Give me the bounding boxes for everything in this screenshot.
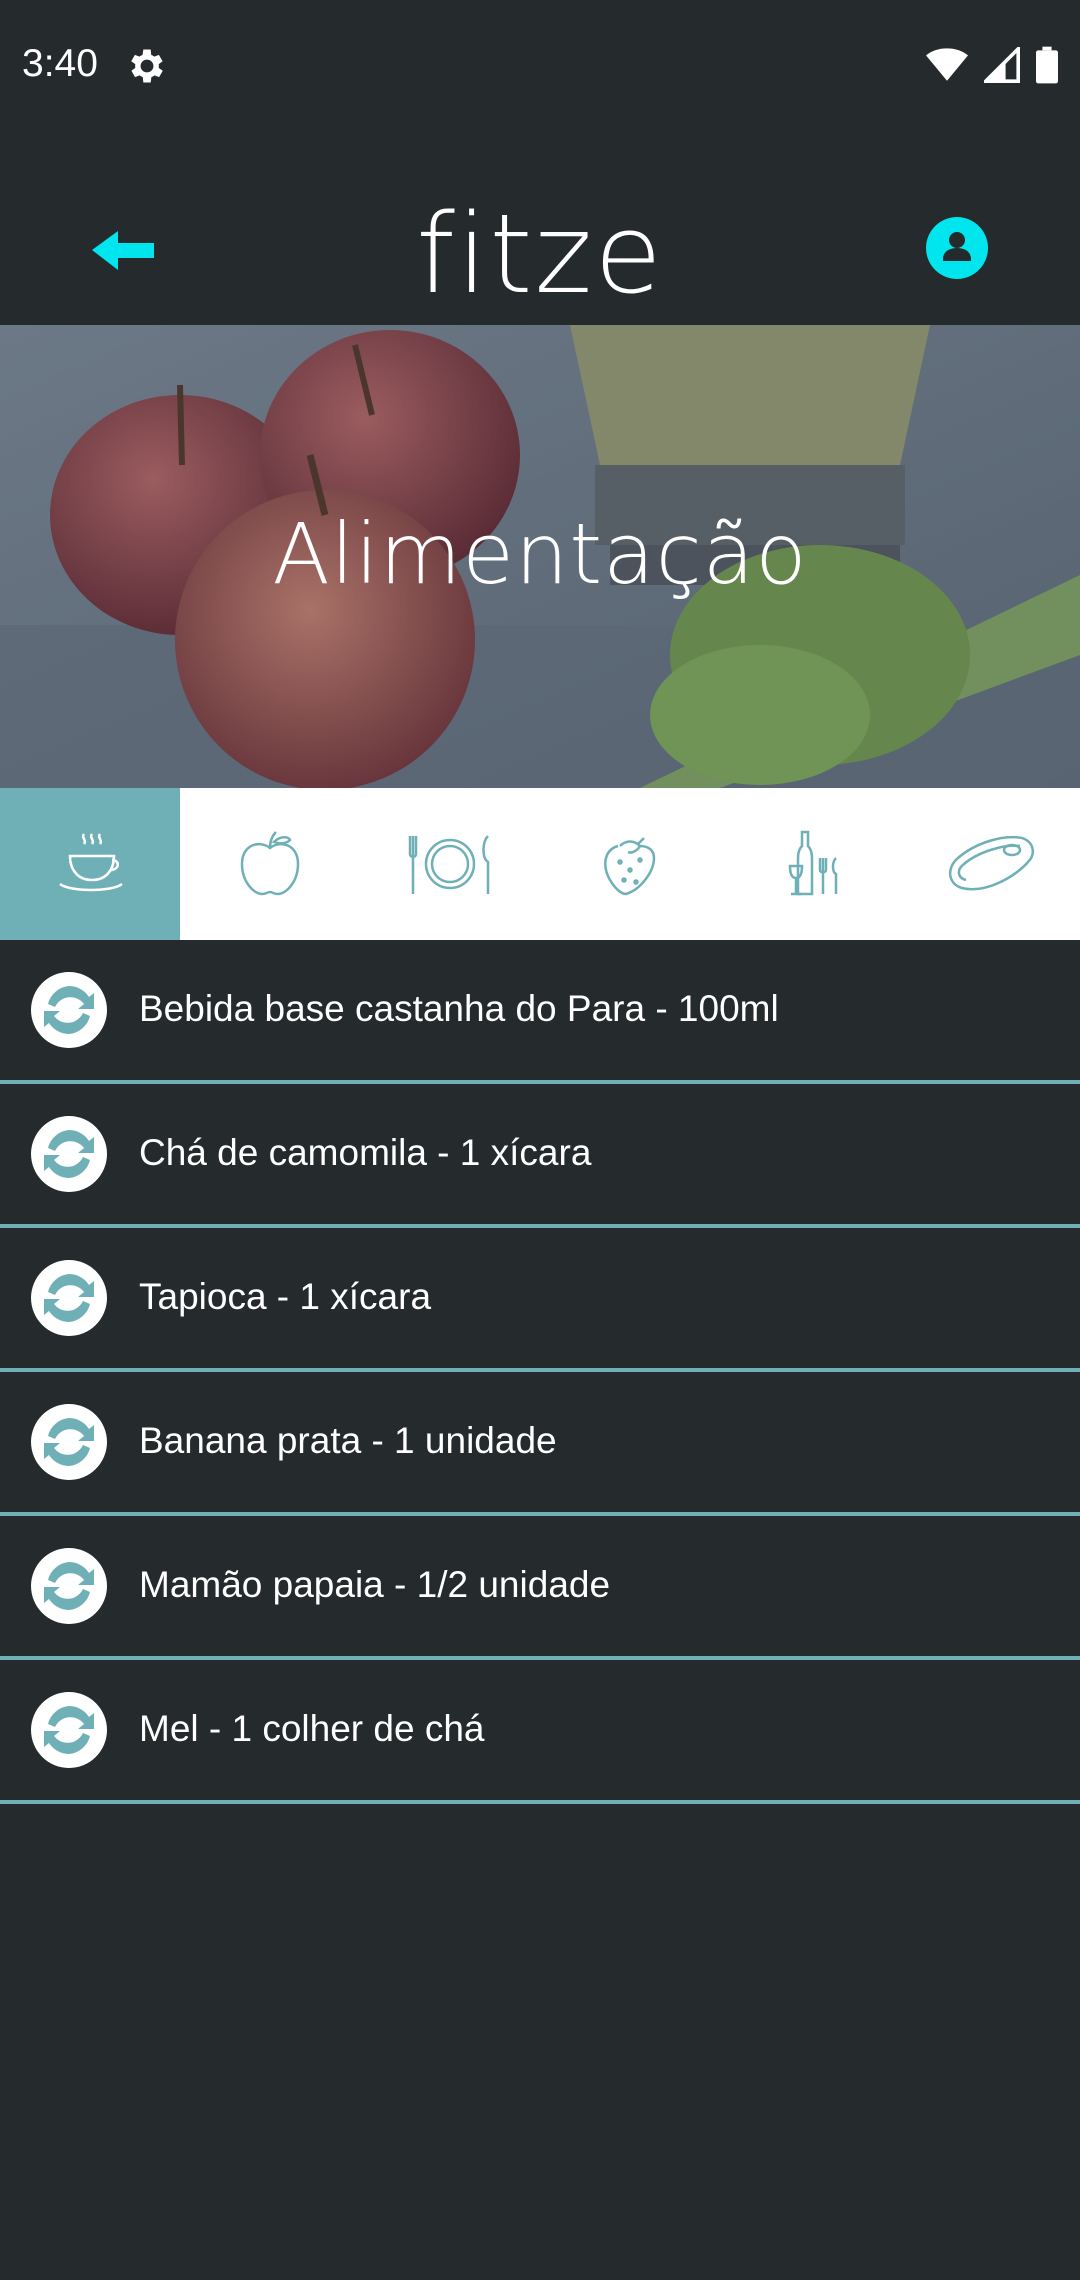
food-item-label: Tapioca - 1 xícara: [139, 1276, 432, 1317]
swap-icon[interactable]: [31, 1548, 107, 1624]
food-item-label: Bebida base castanha do Para - 100ml: [139, 988, 779, 1029]
settings-gear-icon: [131, 49, 163, 83]
user-icon: [943, 232, 971, 261]
tab-snacks[interactable]: [540, 788, 720, 940]
app-logo: fitze: [416, 190, 664, 318]
plate-cutlery-icon: [408, 835, 490, 894]
list-item[interactable]: Tapioca - 1 xícara: [0, 1228, 1080, 1372]
apple-icon: [240, 831, 300, 896]
list-item[interactable]: Chá de camomila - 1 xícara: [0, 1084, 1080, 1228]
swap-icon[interactable]: [31, 1260, 107, 1336]
category-tabs: [0, 788, 1080, 940]
wifi-icon: [926, 48, 968, 81]
status-icons: [926, 46, 1058, 84]
hero-title: Alimentação: [272, 505, 808, 603]
cell-signal-icon: [984, 47, 1020, 83]
steak-icon: [949, 835, 1035, 891]
food-item-label: Banana prata - 1 unidade: [139, 1420, 557, 1461]
swap-icon[interactable]: [31, 1404, 107, 1480]
status-bar: 3:40: [0, 0, 1080, 135]
tab-dinner[interactable]: [720, 788, 900, 940]
wine-cutlery-icon: [788, 830, 838, 896]
status-time: 3:40: [22, 42, 98, 85]
app-bar: fitze: [0, 135, 1080, 325]
swap-icon[interactable]: [31, 1116, 107, 1192]
swap-icon[interactable]: [31, 1692, 107, 1768]
coffee-cup-icon: [59, 833, 123, 892]
food-item-label: Chá de camomila - 1 xícara: [139, 1132, 592, 1173]
food-list: Bebida base castanha do Para - 100ml Chá…: [0, 940, 1080, 1804]
swap-icon[interactable]: [31, 972, 107, 1048]
list-item[interactable]: Bebida base castanha do Para - 100ml: [0, 940, 1080, 1084]
list-item[interactable]: Mamão papaia - 1/2 unidade: [0, 1516, 1080, 1660]
list-item[interactable]: Banana prata - 1 unidade: [0, 1372, 1080, 1516]
list-item[interactable]: Mel - 1 colher de chá: [0, 1660, 1080, 1804]
strawberry-icon: [604, 837, 656, 896]
tab-fruits[interactable]: [180, 788, 360, 940]
hero-banner: Alimentação: [0, 325, 1080, 788]
food-item-label: Mamão papaia - 1/2 unidade: [139, 1564, 611, 1605]
tab-breakfast[interactable]: [0, 788, 180, 940]
battery-icon: [1036, 46, 1058, 84]
profile-button[interactable]: [926, 217, 988, 279]
tab-proteins[interactable]: [900, 788, 1080, 940]
tab-meals[interactable]: [360, 788, 540, 940]
food-item-label: Mel - 1 colher de chá: [139, 1708, 485, 1749]
